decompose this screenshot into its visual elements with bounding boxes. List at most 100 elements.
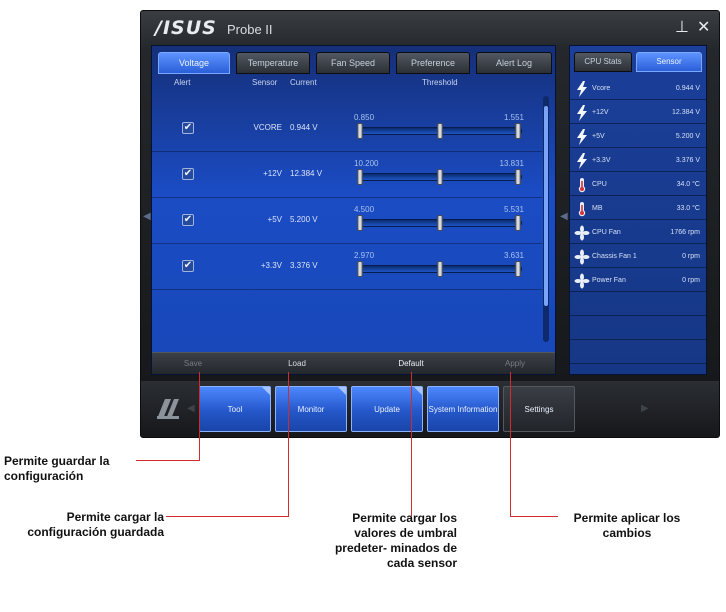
sensor-list-label: CPU Fan [592, 229, 621, 236]
sensor-current: 5.200 V [290, 215, 318, 224]
sensor-row: ✔ +3.3V 3.376 V 2.970 3.631 [152, 246, 542, 290]
monitor-label: Monitor [297, 404, 325, 414]
app-title: Probe II [227, 22, 273, 37]
tab-preference[interactable]: Preference [396, 52, 470, 74]
tab-temperature[interactable]: Temperature [236, 52, 310, 74]
sensor-name: +12V [263, 169, 282, 178]
logo-icon [157, 399, 179, 419]
min-handle[interactable] [357, 261, 363, 277]
asus-logo: /ISUS [155, 17, 217, 39]
tab-voltage[interactable]: Voltage [158, 52, 230, 74]
sensor-row: ✔ +12V 12.384 V 10.200 13.831 [152, 154, 542, 198]
threshold-header: Threshold [422, 78, 458, 87]
threshold-min: 4.500 [354, 205, 375, 214]
threshold-min: 2.970 [354, 251, 375, 260]
settings-label: Settings [524, 404, 554, 414]
update-button[interactable]: Update [351, 386, 423, 432]
callout-line-apply-h [510, 516, 558, 517]
tab-sensor[interactable]: Sensor [636, 52, 702, 72]
max-handle[interactable] [515, 215, 521, 231]
apply-button[interactable]: Apply [480, 357, 550, 371]
tab-cpu-stats[interactable]: CPU Stats [574, 52, 632, 72]
system-information-button[interactable]: System Information [427, 386, 499, 432]
alert-checkbox[interactable]: ✔ [182, 168, 194, 180]
alert-checkbox[interactable]: ✔ [182, 260, 194, 272]
sensor-list-value: 5.200 V [675, 133, 700, 140]
threshold-max: 5.531 [503, 205, 524, 214]
tab-fan-speed[interactable]: Fan Speed [316, 52, 390, 74]
fan-icon [574, 249, 590, 265]
sensor-row: ✔ +5V 5.200 V 4.500 5.531 [152, 200, 542, 244]
load-button[interactable]: Load [262, 357, 332, 371]
tab-bar: Voltage Temperature Fan Speed Preference… [158, 52, 554, 74]
fan-icon [574, 225, 590, 241]
sensor-list-value: 0 rpm [682, 253, 700, 260]
sensor-list-item: Power Fan 0 rpm [570, 270, 706, 292]
dock-right-arrow-icon[interactable]: ▶ [641, 403, 649, 414]
threshold-min: 10.200 [354, 159, 379, 168]
current-header: Current [290, 78, 317, 87]
sensor-list-label: +3.3V [592, 157, 611, 164]
max-handle[interactable] [515, 261, 521, 277]
sensor-current: 3.376 V [290, 261, 318, 270]
sensor-list-value: 0 rpm [682, 277, 700, 284]
tool-label: Tool [227, 404, 243, 414]
callout-line-save-h [136, 460, 200, 461]
sensor-side-panel: CPU Stats Sensor Vcore 0.944 V +12V 12.384 … [569, 45, 707, 375]
default-button[interactable]: Default [376, 357, 446, 371]
sensor-list-value: 0.944 V [675, 85, 700, 92]
monitor-button[interactable]: Monitor [275, 386, 347, 432]
current-marker [437, 215, 443, 231]
callout-line-load [288, 372, 289, 517]
alert-checkbox[interactable]: ✔ [182, 122, 194, 134]
side-left-arrow-icon[interactable]: ◀ [560, 211, 568, 222]
sensor-list-value: 34.0 °C [676, 181, 700, 188]
current-marker [437, 261, 443, 277]
sensor-list-item: MB 33.0 °C [570, 198, 706, 220]
left-arrow-icon[interactable]: ◀ [143, 211, 151, 222]
corner-marker [338, 387, 346, 395]
caption-apply: Permite aplicar los cambios [573, 511, 681, 540]
voltage-panel: Voltage Temperature Fan Speed Preference… [151, 45, 556, 375]
corner-marker [414, 387, 422, 395]
dock-left-arrow-icon[interactable]: ◀ [187, 403, 195, 414]
update-label: Update [374, 404, 400, 414]
sensor-list-item: Chassis Fan 1 0 rpm [570, 246, 706, 268]
sensor-list-item: +3.3V 3.376 V [570, 150, 706, 172]
min-handle[interactable] [357, 215, 363, 231]
thermometer-icon [574, 201, 590, 217]
max-handle[interactable] [515, 169, 521, 185]
sensor-list-item: +5V 5.200 V [570, 126, 706, 148]
sensor-row: ✔ VCORE 0.944 V 0.850 1.551 [152, 108, 542, 152]
bottom-dock: ◀ Tool Monitor Update System Information… [141, 381, 719, 437]
scroll-thumb[interactable] [544, 106, 548, 306]
thermometer-icon [574, 177, 590, 193]
callout-line-apply [510, 372, 511, 517]
sensor-list-value: 33.0 °C [676, 205, 700, 212]
lightning-icon [574, 105, 590, 121]
min-handle[interactable] [357, 123, 363, 139]
alert-header: Alert [174, 78, 191, 87]
sensor-list-item: CPU Fan 1766 rpm [570, 222, 706, 244]
system-information-label: System Information [428, 404, 498, 414]
sensor-list-item: +12V 12.384 V [570, 102, 706, 124]
tool-button[interactable]: Tool [199, 386, 271, 432]
settings-button[interactable]: Settings [503, 386, 575, 432]
lightning-icon [574, 153, 590, 169]
min-handle[interactable] [357, 169, 363, 185]
current-marker [437, 123, 443, 139]
minimize-icon[interactable]: ⊥ [675, 17, 689, 37]
max-handle[interactable] [515, 123, 521, 139]
threshold-max: 3.631 [503, 251, 524, 260]
close-icon[interactable]: ✕ [697, 17, 710, 37]
sensor-list-label: CPU [592, 181, 607, 188]
sensor-list-item: CPU 34.0 °C [570, 174, 706, 196]
tab-alert-log[interactable]: Alert Log [476, 52, 552, 74]
sensor-header: Sensor [252, 78, 278, 87]
sensor-name: VCORE [253, 123, 282, 132]
save-button[interactable]: Save [158, 357, 228, 371]
sensor-list-value: 3.376 V [675, 157, 700, 164]
probe-window: /ISUS Probe II ⊥ ✕ ◀ Voltage Temperature… [140, 10, 720, 438]
lightning-icon [574, 129, 590, 145]
alert-checkbox[interactable]: ✔ [182, 214, 194, 226]
